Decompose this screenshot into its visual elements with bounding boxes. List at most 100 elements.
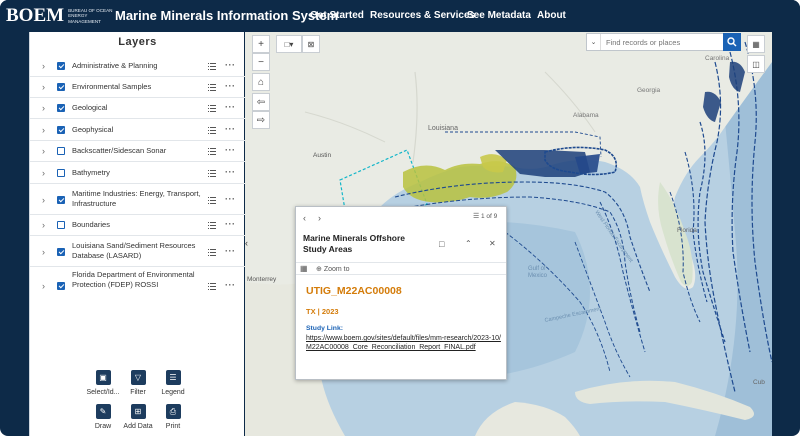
close-popup-button[interactable]: ✕ <box>489 239 496 248</box>
layer-row[interactable]: › Backscatter/Sidescan Sonar ··· <box>30 141 245 162</box>
search-source-dropdown[interactable]: ⌄ <box>587 34 601 50</box>
more-options-icon[interactable]: ··· <box>225 194 236 204</box>
layer-row[interactable]: › Florida Department of Environmental Pr… <box>30 267 245 307</box>
layer-list-icon[interactable] <box>208 197 216 204</box>
next-feature-button[interactable]: › <box>318 213 321 223</box>
overview-map-button[interactable]: ◫ <box>747 55 765 73</box>
home-button[interactable]: ⌂ <box>252 73 270 91</box>
tool-filter[interactable]: ▽ Filter <box>123 370 153 396</box>
layer-checkbox[interactable] <box>57 169 65 177</box>
map-label: Louisiana <box>428 125 458 132</box>
expand-chevron-icon[interactable]: › <box>42 168 45 178</box>
grid-icon: ▦ <box>300 264 308 273</box>
map-label: Cub <box>753 379 765 386</box>
boem-logo[interactable]: BOEM Bureau of Ocean Energy Management <box>6 4 120 28</box>
map-label: Carolina <box>705 55 730 62</box>
expand-chevron-icon[interactable]: › <box>42 220 45 230</box>
nav-see-metadata[interactable]: See Metadata <box>467 10 531 21</box>
layer-checkbox[interactable] <box>57 248 65 256</box>
previous-feature-button[interactable]: ‹ <box>303 213 306 223</box>
chevron-up-icon: ⌃ <box>465 239 472 248</box>
basemap-gallery-button[interactable]: ▦ <box>747 35 765 53</box>
select-icon: ▣ <box>95 370 111 385</box>
layer-checkbox[interactable] <box>57 83 65 91</box>
chevron-left-icon: ‹ <box>245 238 248 248</box>
study-link[interactable]: https://www.boem.gov/sites/default/files… <box>306 334 504 352</box>
zoom-out-button[interactable]: − <box>252 53 270 71</box>
layer-list-icon[interactable] <box>208 283 216 290</box>
layer-row[interactable]: › Geological ··· <box>30 98 245 119</box>
nav-about[interactable]: About <box>537 10 566 21</box>
more-options-icon[interactable]: ··· <box>225 145 236 155</box>
expand-chevron-icon[interactable]: › <box>42 146 45 156</box>
layer-row[interactable]: › Maritime Industries: Energy, Transport… <box>30 184 245 215</box>
search-button[interactable] <box>723 33 741 51</box>
popup-layer-title: Marine Minerals Offshore Study Areas <box>303 233 406 254</box>
expand-chevron-icon[interactable]: › <box>42 82 45 92</box>
layer-checkbox[interactable] <box>57 196 65 204</box>
layer-checkbox[interactable] <box>57 221 65 229</box>
close-icon: ✕ <box>489 239 496 248</box>
layer-checkbox[interactable] <box>57 147 65 155</box>
layer-list-icon[interactable] <box>208 170 216 177</box>
legend-icon: ☰ <box>165 370 181 385</box>
select-feature-button[interactable]: ▦ <box>300 264 308 273</box>
layer-row[interactable]: › Louisiana Sand/Sediment Resources Data… <box>30 236 245 267</box>
layer-list-icon[interactable] <box>208 249 216 256</box>
layer-checkbox[interactable] <box>57 126 65 134</box>
tool-add-data[interactable]: ⊞ Add Data <box>119 404 157 430</box>
expand-chevron-icon[interactable]: › <box>42 195 45 205</box>
tool-draw[interactable]: ✎ Draw <box>88 404 118 430</box>
clear-selection-button[interactable]: ⊠ <box>302 35 320 53</box>
more-options-icon[interactable]: ··· <box>225 124 236 134</box>
layer-row[interactable]: › Administrative & Planning ··· <box>30 56 245 77</box>
dock-icon: □ <box>439 239 445 249</box>
tool-legend[interactable]: ☰ Legend <box>158 370 188 396</box>
print-icon: ⎙ <box>165 404 181 419</box>
layer-list-icon[interactable] <box>208 148 216 155</box>
layer-row[interactable]: › Geophysical ··· <box>30 119 245 141</box>
zoom-in-button[interactable]: + <box>252 35 270 53</box>
collapse-popup-button[interactable]: ⌃ <box>465 239 472 248</box>
more-options-icon[interactable]: ··· <box>225 280 236 290</box>
expand-chevron-icon[interactable]: › <box>42 281 45 291</box>
layer-list-icon[interactable] <box>208 127 216 134</box>
layer-checkbox[interactable] <box>57 282 65 290</box>
layer-row[interactable]: › Environmental Samples ··· <box>30 77 245 98</box>
expand-chevron-icon[interactable]: › <box>42 247 45 257</box>
next-extent-button[interactable]: ⇨ <box>252 111 270 129</box>
layer-list-icon[interactable] <box>208 63 216 70</box>
layer-list-icon[interactable] <box>208 222 216 229</box>
expand-chevron-icon[interactable]: › <box>42 125 45 135</box>
search-input[interactable] <box>601 37 719 47</box>
more-options-icon[interactable]: ··· <box>225 167 236 177</box>
select-tool-button[interactable]: □▾ <box>276 35 302 53</box>
grid-icon: ▦ <box>752 39 760 49</box>
dock-button[interactable]: □ <box>439 239 444 249</box>
layer-checkbox[interactable] <box>57 104 65 112</box>
zoom-to-button[interactable]: ⊕ Zoom to <box>316 265 350 273</box>
layer-list-icon[interactable] <box>208 105 216 112</box>
layer-checkbox[interactable] <box>57 62 65 70</box>
collapse-panel-button[interactable]: ‹ <box>245 238 253 258</box>
expand-chevron-icon[interactable]: › <box>42 61 45 71</box>
feature-list-icon[interactable]: ☰ <box>473 212 479 220</box>
nav-resources-services[interactable]: Resources & Services <box>370 10 475 21</box>
more-options-icon[interactable]: ··· <box>225 219 236 229</box>
layer-list-icon[interactable] <box>208 84 216 91</box>
tool-select-identify[interactable]: ▣ Select/Id... <box>82 370 124 396</box>
logo-mark: BOEM <box>6 5 65 26</box>
previous-extent-button[interactable]: ⇦ <box>252 93 270 111</box>
more-options-icon[interactable]: ··· <box>225 81 236 91</box>
more-options-icon[interactable]: ··· <box>225 246 236 256</box>
nav-get-started[interactable]: Get Started <box>310 10 364 21</box>
expand-chevron-icon[interactable]: › <box>42 103 45 113</box>
more-options-icon[interactable]: ··· <box>225 102 236 112</box>
app-title: Marine Minerals Information System <box>115 8 339 23</box>
more-options-icon[interactable]: ··· <box>225 60 236 70</box>
layer-row[interactable]: › Boundaries ··· <box>30 215 245 236</box>
layer-row[interactable]: › Bathymetry ··· <box>30 162 245 184</box>
tool-print[interactable]: ⎙ Print <box>158 404 188 430</box>
search-box: ⌄ <box>586 33 741 51</box>
tool-label: Legend <box>161 389 185 396</box>
